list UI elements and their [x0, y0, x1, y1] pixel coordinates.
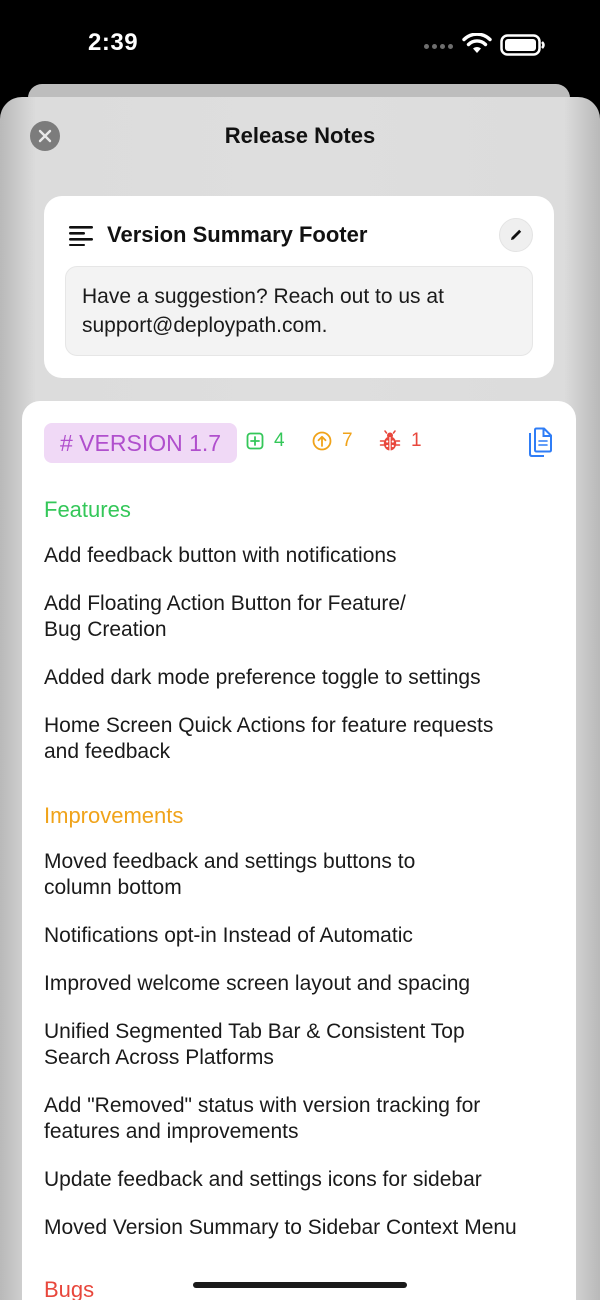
bugs-count: 1 [379, 430, 422, 452]
status-time: 2:39 [88, 29, 139, 56]
bugs-section-title: Bugs [44, 1277, 95, 1300]
pencil-icon [511, 229, 522, 240]
item-line: Update feedback and settings icons for s… [44, 1168, 482, 1191]
improvement-item: Moved feedback and settings buttons to c… [44, 849, 544, 901]
summary-text-field[interactable]: Have a suggestion? Reach out to us at su… [65, 266, 533, 356]
summary-text-line: Have a suggestion? Reach out to us at [82, 285, 444, 308]
improvement-item: Unified Segmented Tab Bar & Consistent T… [44, 1019, 544, 1071]
item-line: Unified Segmented Tab Bar & Consistent T… [44, 1020, 465, 1043]
wifi-icon [462, 33, 492, 53]
improvement-item: Add "Removed" status with version tracki… [44, 1093, 544, 1145]
item-line: Add feedback button with notifications [44, 544, 397, 567]
item-line: Home Screen Quick Actions for feature re… [44, 714, 494, 737]
item-line: Added dark mode preference toggle to set… [44, 666, 481, 689]
summary-text-line: support@deploypath.com. [82, 314, 328, 337]
ladybug-icon [379, 430, 401, 451]
item-line: Moved Version Summary to Sidebar Context… [44, 1216, 517, 1239]
item-line: Add Floating Action Button for Feature/ [44, 592, 406, 615]
feature-item: Home Screen Quick Actions for feature re… [44, 713, 544, 765]
improvement-item: Notifications opt-in Instead of Automati… [44, 923, 544, 949]
version-card: # VERSION 1.7 4 7 1 Features Add feedbac… [22, 401, 576, 1300]
improvement-item: Moved Version Summary to Sidebar Context… [44, 1215, 564, 1241]
version-summary-card: Version Summary Footer Have a suggestion… [44, 196, 554, 378]
item-line: Search Across Platforms [44, 1046, 274, 1069]
summary-title: Version Summary Footer [107, 222, 368, 247]
arrow-up-circle-icon [312, 431, 332, 451]
item-line: Notifications opt-in Instead of Automati… [44, 924, 413, 947]
release-notes-sheet: Release Notes Version Summary Footer Hav… [0, 97, 600, 1300]
text-lines-icon [69, 226, 93, 246]
improvements-count-value: 7 [342, 430, 353, 451]
item-line: and feedback [44, 740, 171, 763]
copy-documents-icon [529, 427, 552, 457]
item-line: Moved feedback and settings buttons to [44, 850, 416, 873]
features-count-value: 4 [274, 430, 285, 451]
status-bar: 2:39 [0, 0, 600, 90]
bugs-count-value: 1 [411, 430, 422, 451]
item-line: features and improvements [44, 1120, 299, 1143]
sheet-title: Release Notes [224, 123, 376, 148]
features-section-title: Features [44, 497, 131, 522]
feature-item: Added dark mode preference toggle to set… [44, 665, 544, 691]
item-line: column bottom [44, 876, 182, 899]
battery-icon [500, 34, 545, 56]
improvements-count: 7 [312, 430, 353, 452]
item-line: Add "Removed" status with version tracki… [44, 1094, 481, 1117]
edit-summary-button[interactable] [499, 218, 533, 252]
improvement-item: Update feedback and settings icons for s… [44, 1167, 544, 1193]
features-count: 4 [246, 430, 285, 452]
item-line: Improved welcome screen layout and spaci… [44, 972, 471, 995]
improvement-item: Improved welcome screen layout and spaci… [44, 971, 544, 997]
home-indicator [193, 1282, 407, 1288]
plus-square-icon [246, 432, 264, 450]
copy-button[interactable] [527, 427, 555, 464]
item-line: Bug Creation [44, 618, 167, 641]
version-tag: # VERSION 1.7 [44, 423, 238, 463]
feature-item: Add Floating Action Button for Feature/ … [44, 591, 544, 643]
feature-item: Add feedback button with notifications [44, 543, 544, 569]
improvements-section-title: Improvements [44, 803, 184, 828]
cellular-signal-icon [424, 44, 453, 49]
